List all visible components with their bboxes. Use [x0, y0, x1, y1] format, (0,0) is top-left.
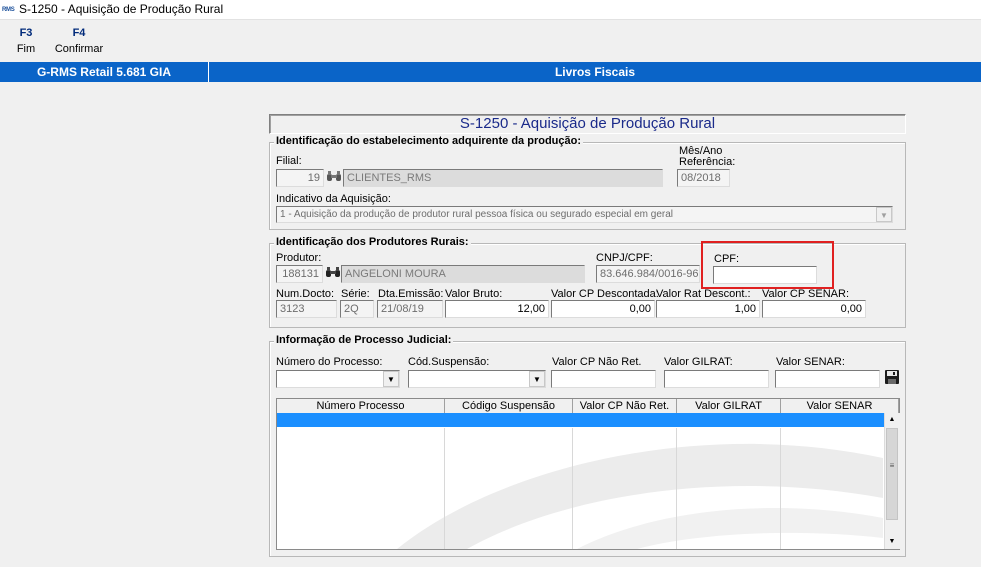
- table-header-valor-gilrat[interactable]: Valor GILRAT: [677, 399, 781, 414]
- cod-suspensao-chevron-down-icon[interactable]: ▼: [529, 371, 545, 387]
- binoculars-icon[interactable]: [324, 265, 342, 283]
- binoculars-icon[interactable]: [325, 169, 343, 187]
- table-header-codigo-suspensao[interactable]: Código Suspensão: [445, 399, 573, 414]
- column-divider: [444, 428, 445, 549]
- app-icon: RMS: [2, 7, 15, 13]
- group-processo-title: Informação de Processo Judicial:: [274, 334, 454, 346]
- valor-bruto-label: Valor Bruto:: [445, 288, 503, 300]
- indicativo-select[interactable]: 1 - Aquisição da produção de produtor ru…: [276, 206, 893, 223]
- scroll-grip-icon: ≡: [889, 461, 895, 470]
- module-title: Livros Fiscais: [554, 65, 636, 79]
- window-title: S-1250 - Aquisição de Produção Rural: [19, 2, 224, 16]
- fkey-label-confirmar: Confirmar: [54, 43, 104, 55]
- senar-input[interactable]: [775, 370, 880, 388]
- cnpj-label: CNPJ/CPF:: [596, 252, 653, 264]
- numero-processo-label: Número do Processo:: [276, 356, 383, 368]
- background-watermark: [277, 428, 883, 549]
- toolbar-button-fim[interactable]: F3 Fim: [10, 26, 42, 58]
- scroll-down-chevron-icon[interactable]: ▼: [885, 536, 899, 548]
- ref-label-line2: Referência:: [679, 156, 736, 168]
- column-divider: [676, 428, 677, 549]
- valor-cp-senar-input[interactable]: 0,00: [762, 300, 866, 318]
- scroll-up-chevron-icon[interactable]: ▲: [885, 414, 899, 426]
- dta-emissao-label: Dta.Emissão:: [378, 288, 444, 300]
- referencia-field[interactable]: 08/2018: [677, 169, 730, 187]
- valor-rat-label: Valor Rat Descont.:: [656, 288, 751, 300]
- cod-suspensao-select[interactable]: [408, 370, 546, 388]
- dta-emissao-field[interactable]: 21/08/19: [377, 300, 443, 318]
- filial-name-field: CLIENTES_RMS: [343, 169, 663, 187]
- produtor-name-field: ANGELONI MOURA: [341, 265, 585, 283]
- group-estabelecimento-title: Identificação do estabelecimento adquire…: [274, 135, 584, 147]
- produtor-label: Produtor:: [276, 252, 322, 264]
- column-divider: [780, 428, 781, 549]
- cp-nao-ret-input[interactable]: [551, 370, 656, 388]
- column-divider: [572, 428, 573, 549]
- table-header-numero-processo[interactable]: Número Processo: [277, 399, 445, 414]
- valor-bruto-input[interactable]: 12,00: [445, 300, 549, 318]
- cnpj-field[interactable]: 83.646.984/0016-96: [596, 265, 700, 283]
- produtor-code-field[interactable]: 188131: [276, 265, 323, 283]
- num-docto-field[interactable]: 3123: [276, 300, 337, 318]
- valor-rat-input[interactable]: 1,00: [656, 300, 760, 318]
- valor-cp-desc-label: Valor CP Descontada:: [551, 288, 659, 300]
- valor-cp-desc-input[interactable]: 0,00: [551, 300, 655, 318]
- filial-code-field[interactable]: 19: [276, 169, 324, 187]
- serie-label: Série:: [341, 288, 370, 300]
- scroll-thumb[interactable]: [886, 428, 898, 520]
- fkey-label-fim: Fim: [16, 43, 36, 55]
- fkey-f4: F4: [72, 27, 86, 39]
- filial-label: Filial:: [276, 155, 302, 167]
- senar-label: Valor SENAR:: [776, 356, 845, 368]
- indicativo-chevron-down-icon[interactable]: ▼: [876, 207, 892, 222]
- cpf-highlight-box: [701, 241, 834, 289]
- table-header-valor-senar[interactable]: Valor SENAR: [781, 399, 899, 414]
- valor-cp-senar-label: Valor CP SENAR:: [762, 288, 850, 300]
- indicativo-label: Indicativo da Aquisição:: [276, 193, 391, 205]
- table-row[interactable]: [277, 413, 884, 427]
- serie-field[interactable]: 2Q: [340, 300, 374, 318]
- num-docto-label: Num.Docto:: [276, 288, 335, 300]
- form-title: S-1250 - Aquisição de Produção Rural: [459, 115, 716, 132]
- numero-processo-select[interactable]: [276, 370, 400, 388]
- gilrat-input[interactable]: [664, 370, 769, 388]
- fkey-f3: F3: [19, 27, 33, 39]
- floppy-disk-icon[interactable]: [883, 369, 901, 387]
- cod-suspensao-label: Cód.Suspensão:: [408, 356, 490, 368]
- table-header-valor-cp-nao-ret[interactable]: Valor CP Não Ret.: [573, 399, 677, 414]
- gilrat-label: Valor GILRAT:: [664, 356, 733, 368]
- product-version-label: G-RMS Retail 5.681 GIA: [0, 62, 209, 82]
- group-produtores-title: Identificação dos Produtores Rurais:: [274, 236, 471, 248]
- toolbar-button-confirmar[interactable]: F4 Confirmar: [50, 26, 108, 58]
- numero-processo-chevron-down-icon[interactable]: ▼: [383, 371, 399, 387]
- cp-nao-ret-label: Valor CP Não Ret.: [552, 356, 642, 368]
